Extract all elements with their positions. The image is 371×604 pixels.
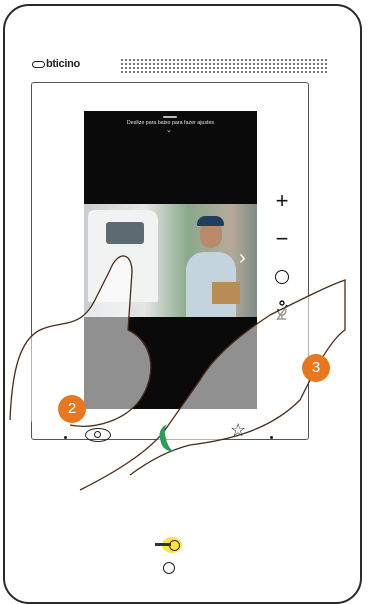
hands-illustration	[9, 255, 346, 491]
eye-icon[interactable]	[85, 428, 111, 442]
left-led-dot	[64, 436, 67, 439]
door-key-icon[interactable]	[155, 537, 183, 554]
bottom-circle-button[interactable]	[163, 562, 175, 574]
step-2-badge: 2	[58, 395, 86, 423]
right-led-dot	[270, 436, 273, 439]
step-3-badge: 3	[302, 354, 330, 382]
star-icon[interactable]: ☆	[230, 420, 246, 441]
